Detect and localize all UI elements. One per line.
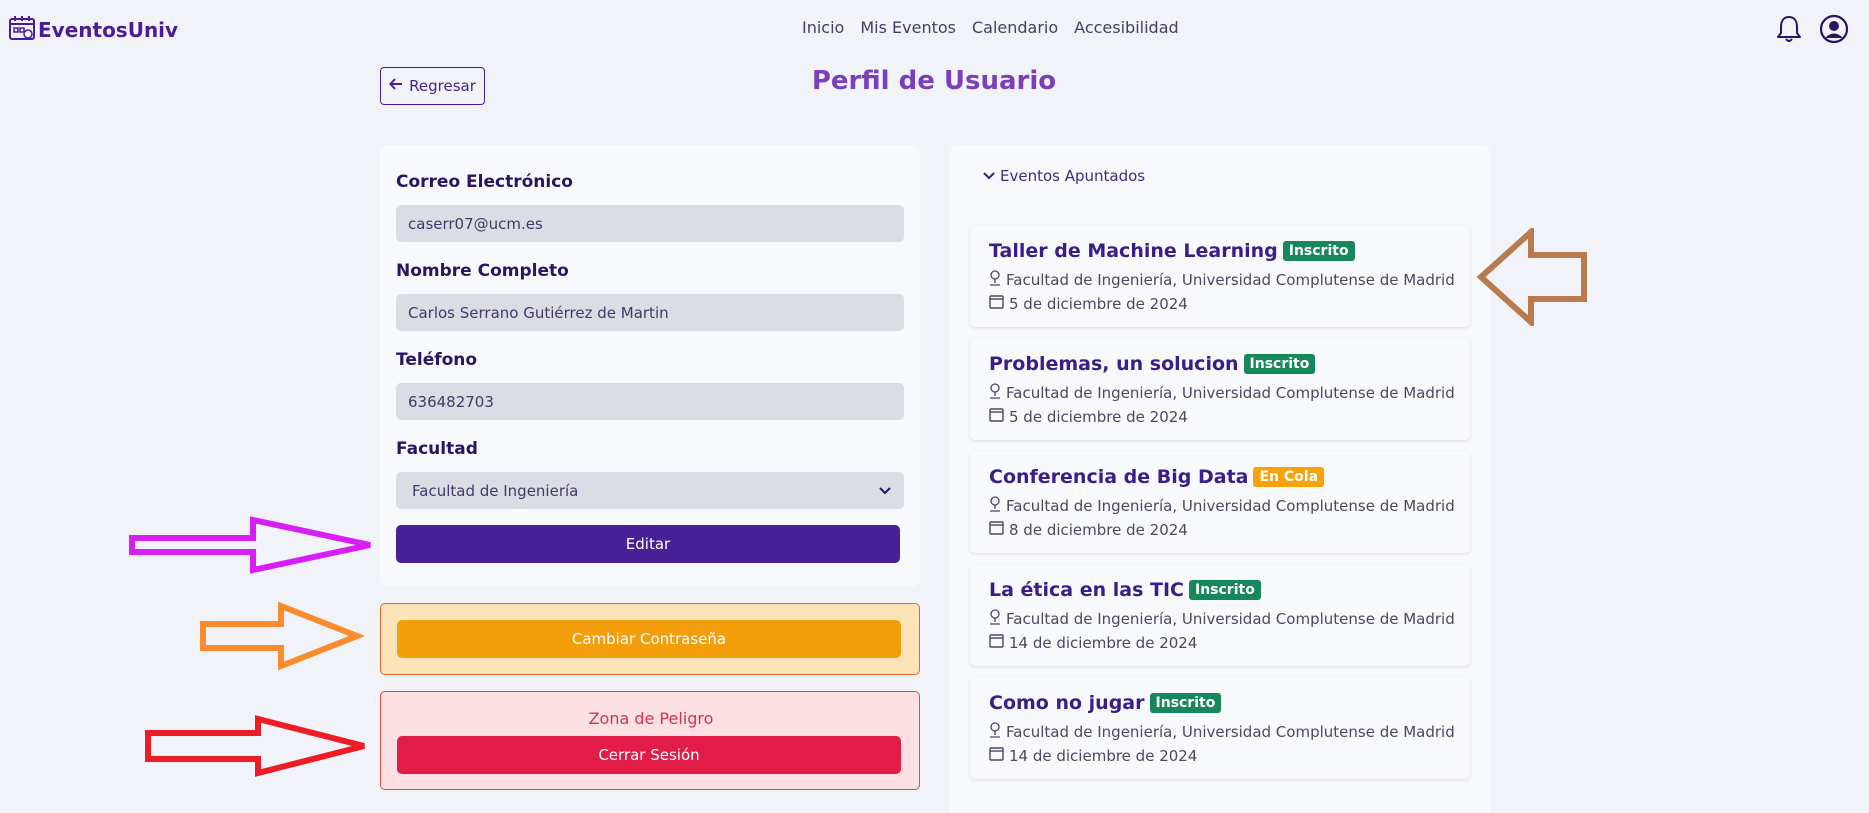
event-date: 8 de diciembre de 2024 (989, 520, 1188, 539)
calendar-icon (989, 746, 1004, 765)
danger-zone: Zona de Peligro Cerrar Sesión (380, 691, 920, 790)
phone-label: Teléfono (396, 350, 478, 370)
nav-link-mis-eventos[interactable]: Mis Eventos (860, 18, 956, 37)
nav-link-accesibilidad[interactable]: Accesibilidad (1074, 18, 1179, 37)
calendar-icon (989, 520, 1004, 539)
event-title[interactable]: Como no jugar (989, 692, 1145, 714)
page-title: Perfil de Usuario (811, 66, 1057, 96)
event-date-text: 14 de diciembre de 2024 (1009, 746, 1198, 765)
chevron-down-icon (878, 482, 892, 500)
calendar-icon (989, 294, 1004, 313)
event-date: 14 de diciembre de 2024 (989, 633, 1197, 652)
nav-link-calendario[interactable]: Calendario (972, 18, 1058, 37)
phone-field[interactable]: 636482703 (396, 383, 904, 420)
event-location: Facultad de Ingeniería, Universidad Comp… (989, 496, 1455, 516)
event-date-text: 5 de diciembre de 2024 (1009, 407, 1188, 426)
event-location-text: Facultad de Ingeniería, Universidad Comp… (1006, 384, 1455, 402)
location-pin-icon (989, 383, 1001, 403)
user-circle-icon[interactable] (1819, 14, 1849, 48)
profile-form: Correo Electrónico caserr07@ucm.es Nombr… (380, 145, 920, 587)
event-location-text: Facultad de Ingeniería, Universidad Comp… (1006, 723, 1455, 741)
main-nav: Inicio Mis Eventos Calendario Accesibili… (802, 18, 1179, 37)
status-badge: Inscrito (1188, 580, 1261, 600)
event-title[interactable]: Taller de Machine Learning (989, 240, 1278, 262)
event-title-row: Taller de Machine Learning Inscrito (989, 240, 1355, 262)
event-date: 14 de diciembre de 2024 (989, 746, 1197, 765)
event-card[interactable]: Taller de Machine Learning Inscrito Facu… (970, 225, 1470, 327)
event-title-row: Problemas, un solucion Inscrito (989, 353, 1316, 375)
status-badge: Inscrito (1243, 354, 1316, 374)
events-toggle-label: Eventos Apuntados (1000, 167, 1146, 185)
event-card[interactable]: Como no jugar Inscrito Facultad de Ingen… (970, 677, 1470, 779)
status-badge: Inscrito (1149, 693, 1222, 713)
event-location: Facultad de Ingeniería, Universidad Comp… (989, 722, 1455, 742)
back-button[interactable]: Regresar (380, 67, 485, 105)
event-title-row: Conferencia de Big Data En Cola (989, 466, 1325, 488)
nav-icons (1775, 14, 1849, 48)
event-title[interactable]: Problemas, un solucion (989, 353, 1239, 375)
faculty-label: Facultad (396, 439, 478, 459)
event-location-text: Facultad de Ingeniería, Universidad Comp… (1006, 497, 1455, 515)
name-field[interactable]: Carlos Serrano Gutiérrez de Martin (396, 294, 904, 331)
nav-link-inicio[interactable]: Inicio (802, 18, 844, 37)
event-date-text: 14 de diciembre de 2024 (1009, 633, 1198, 652)
bell-icon[interactable] (1775, 14, 1803, 48)
event-location-text: Facultad de Ingeniería, Universidad Comp… (1006, 271, 1455, 289)
email-field[interactable]: caserr07@ucm.es (396, 205, 904, 242)
location-pin-icon (989, 270, 1001, 290)
events-toggle[interactable]: Eventos Apuntados (982, 167, 1145, 185)
event-title-row: La ética en las TIC Inscrito (989, 579, 1261, 601)
location-pin-icon (989, 722, 1001, 742)
calendar-icon (989, 633, 1004, 652)
red-arrow-annotation (145, 715, 365, 777)
faculty-select-value: Facultad de Ingeniería (412, 481, 579, 500)
brown-arrow-annotation (1476, 228, 1587, 326)
status-badge: Inscrito (1282, 241, 1355, 261)
event-title[interactable]: La ética en las TIC (989, 579, 1184, 601)
brand[interactable]: EventosUniv (8, 14, 178, 46)
event-location-text: Facultad de Ingeniería, Universidad Comp… (1006, 610, 1455, 628)
logout-button[interactable]: Cerrar Sesión (397, 736, 901, 774)
orange-arrow-annotation (200, 602, 364, 670)
back-button-label: Regresar (409, 77, 476, 95)
event-card[interactable]: La ética en las TIC Inscrito Facultad de… (970, 564, 1470, 666)
edit-button[interactable]: Editar (396, 525, 900, 563)
calendar-icon (989, 407, 1004, 426)
event-location: Facultad de Ingeniería, Universidad Comp… (989, 383, 1455, 403)
brand-name: EventosUniv (38, 18, 179, 42)
danger-zone-title: Zona de Peligro (588, 709, 714, 728)
event-date: 5 de diciembre de 2024 (989, 294, 1188, 313)
email-label: Correo Electrónico (396, 172, 573, 192)
event-title-row: Como no jugar Inscrito (989, 692, 1222, 714)
location-pin-icon (989, 496, 1001, 516)
change-password-button[interactable]: Cambiar Contraseña (397, 620, 901, 658)
arrow-left-icon (389, 77, 403, 95)
events-panel: Eventos Apuntados Taller de Machine Lear… (950, 145, 1490, 813)
event-date-text: 5 de diciembre de 2024 (1009, 294, 1188, 313)
password-card: Cambiar Contraseña (380, 603, 920, 675)
name-label: Nombre Completo (396, 261, 569, 281)
calendar-logo-icon (8, 14, 36, 46)
event-date: 5 de diciembre de 2024 (989, 407, 1188, 426)
event-card[interactable]: Problemas, un solucion Inscrito Facultad… (970, 338, 1470, 440)
event-location: Facultad de Ingeniería, Universidad Comp… (989, 270, 1455, 290)
navbar: EventosUniv Inicio Mis Eventos Calendari… (0, 0, 1869, 56)
event-date-text: 8 de diciembre de 2024 (1009, 520, 1188, 539)
status-badge: En Cola (1253, 467, 1325, 487)
chevron-down-icon (982, 167, 996, 185)
event-title[interactable]: Conferencia de Big Data (989, 466, 1248, 488)
event-location: Facultad de Ingeniería, Universidad Comp… (989, 609, 1455, 629)
location-pin-icon (989, 609, 1001, 629)
event-card[interactable]: Conferencia de Big Data En Cola Facultad… (970, 451, 1470, 553)
faculty-select[interactable]: Facultad de Ingeniería (396, 472, 904, 509)
magenta-arrow-annotation (129, 516, 371, 574)
